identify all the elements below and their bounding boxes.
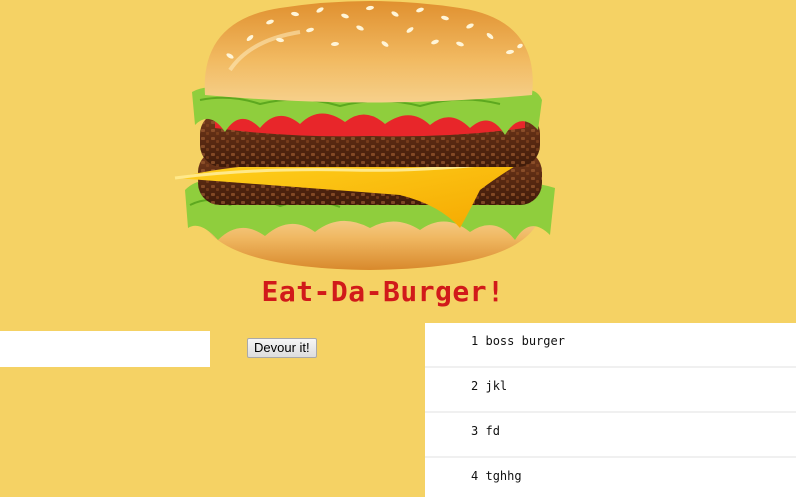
list-item[interactable]: 2 jkl xyxy=(425,368,796,413)
list-item[interactable]: 4 tghhg xyxy=(425,458,796,497)
page-title: Eat-Da-Burger! xyxy=(261,275,505,308)
list-item[interactable]: 1 boss burger xyxy=(425,323,796,368)
burger-name: fd xyxy=(485,424,500,438)
devour-button[interactable]: Devour it! xyxy=(247,338,317,358)
burger-list: 1 boss burger 2 jkl 3 fd 4 tghhg xyxy=(425,323,796,497)
burger-id: 1 xyxy=(471,334,479,348)
burger-id: 4 xyxy=(471,469,479,483)
burger-name-input[interactable] xyxy=(0,331,210,367)
burger-name: jkl xyxy=(485,379,508,393)
list-item[interactable]: 3 fd xyxy=(425,413,796,458)
burger-image xyxy=(170,0,570,280)
burger-name: tghhg xyxy=(485,469,522,483)
page: Eat-Da-Burger! Devour it! 1 boss burger … xyxy=(0,0,796,497)
hamburger-icon xyxy=(174,1,555,270)
burger-id: 2 xyxy=(471,379,479,393)
burger-id: 3 xyxy=(471,424,479,438)
burger-name: boss burger xyxy=(485,334,565,348)
